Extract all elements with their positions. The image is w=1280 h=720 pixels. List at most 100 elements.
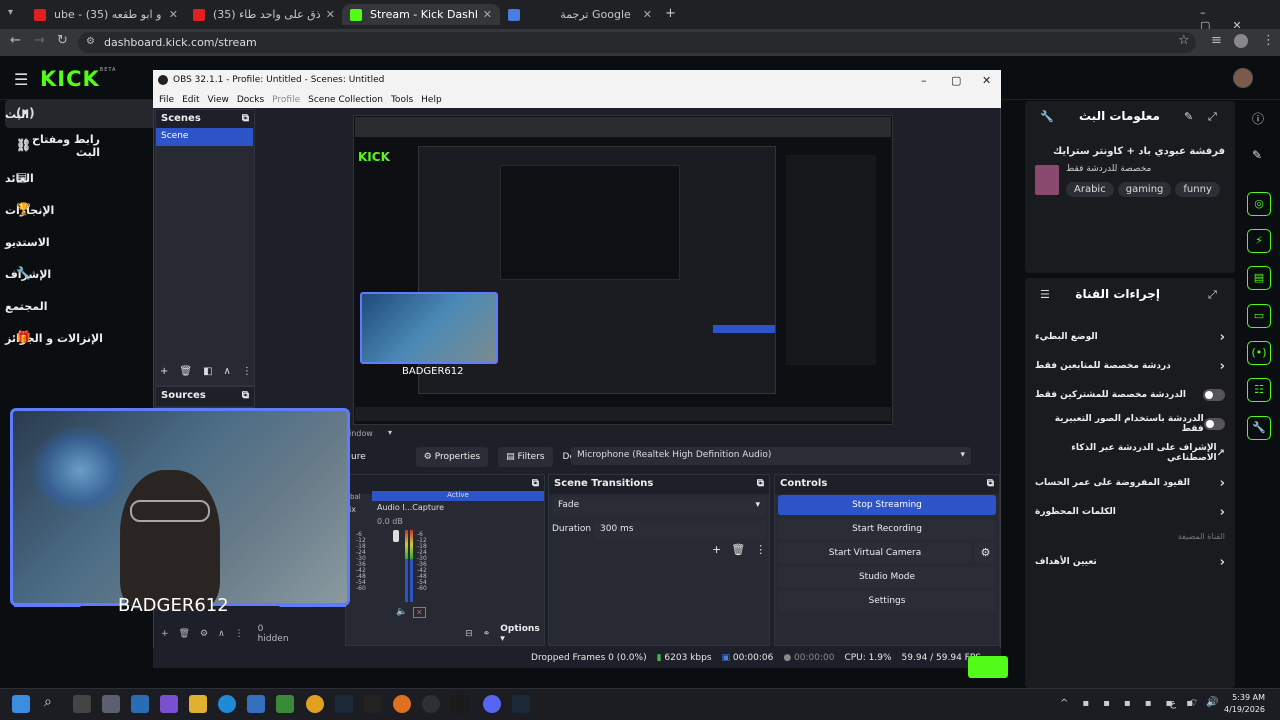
blender-icon[interactable] [393, 695, 411, 713]
store-icon[interactable] [247, 695, 265, 713]
hamburger-menu-icon[interactable]: ☰ [14, 70, 28, 89]
menu-profile[interactable]: Profile [272, 95, 300, 105]
settings-app-icon[interactable] [102, 695, 120, 713]
camera-icon[interactable]: ◎ [1247, 192, 1271, 216]
users-icon[interactable]: ☷ [1247, 378, 1271, 402]
menu-file[interactable]: File [159, 95, 174, 105]
options-button[interactable]: Options ▾ [500, 624, 545, 644]
dock-popout-icon[interactable]: ⧉ [242, 390, 249, 403]
address-bar[interactable]: dashboard.kick.com/stream [78, 32, 1196, 53]
start-virtual-camera-button[interactable]: Start Virtual Camera [778, 543, 972, 563]
reload-icon[interactable]: ↻ [57, 33, 68, 48]
chevron-up-icon[interactable]: ∧ [218, 629, 225, 639]
scene-list-item[interactable]: Scene [156, 128, 253, 146]
maximize-icon[interactable]: ▢ [951, 74, 961, 87]
layout-icon[interactable]: ⊟ [465, 629, 473, 639]
dock-popout-icon[interactable]: ⧉ [987, 478, 994, 491]
close-icon[interactable]: ✕ [169, 8, 178, 21]
task-view-icon[interactable] [73, 695, 91, 713]
steam-icon[interactable] [335, 695, 353, 713]
studio-mode-button[interactable]: Studio Mode [778, 567, 996, 587]
edit-icon[interactable]: ✎ [1184, 110, 1193, 123]
gear-icon[interactable]: ⚙ [200, 629, 208, 639]
chat-icon[interactable]: ▭ [1247, 304, 1271, 328]
add-icon[interactable]: + [161, 629, 169, 639]
sidebar-item-revenue[interactable]: ▤ العائد [5, 164, 155, 192]
menu-tools[interactable]: Tools [391, 95, 413, 105]
menu-scene-collection[interactable]: Scene Collection [308, 95, 383, 105]
trash-icon[interactable]: 🗑 [179, 629, 190, 639]
link-icon[interactable]: ⚭ [483, 629, 491, 639]
edge-icon[interactable] [218, 695, 236, 713]
xbox-icon[interactable] [364, 695, 382, 713]
action-row-banned-words[interactable]: › الكلمات المحظورة [1035, 502, 1225, 522]
tab-kick-dashboard[interactable]: Stream - Kick Dashboard ✕ [342, 4, 500, 25]
dock-popout-icon[interactable]: ⧉ [532, 478, 539, 491]
transition-select[interactable]: Fade ▾ [552, 497, 766, 515]
info-icon[interactable]: ⓘ [1252, 110, 1264, 127]
back-icon[interactable]: ← [10, 33, 21, 48]
input-language[interactable]: ع [1170, 698, 1176, 709]
wrench-icon[interactable]: 🔧 [1247, 416, 1271, 440]
sidebar-item-studio[interactable]: ⌄ الاستديو [5, 228, 155, 256]
more-icon[interactable]: ⋮ [242, 366, 252, 377]
toggle-switch[interactable] [1203, 389, 1225, 401]
settings-button[interactable]: Settings [778, 591, 996, 611]
action-row-account-age[interactable]: › القيود المفروضة على عمر الحساب [1035, 473, 1225, 493]
menu-edit[interactable]: Edit [182, 95, 199, 105]
search-icon[interactable]: ⌕ [44, 694, 52, 710]
bookmark-star-icon[interactable]: ☆ [1178, 33, 1190, 48]
tab-google-translate[interactable]: ترجمة Google ✕ [500, 4, 660, 25]
close-icon[interactable]: ✕ [326, 8, 335, 21]
network-icon[interactable]: ⌔ [1189, 697, 1198, 710]
sidebar-item-stream-key[interactable]: ⛓ رابط ومفتاح البث [5, 132, 155, 160]
start-recording-button[interactable]: Start Recording [778, 519, 996, 539]
kick-live-button[interactable] [968, 656, 1008, 678]
action-row-emote-only[interactable]: الدردشة باستخدام الصور التعبيرية فقط [1035, 414, 1225, 434]
discord-icon[interactable] [483, 695, 501, 713]
chrome-icon[interactable] [306, 695, 324, 713]
gear-icon[interactable]: ⚙ [975, 543, 996, 563]
sidebar-item-drops[interactable]: 🎁 الإنزالات و الجوائز [5, 324, 155, 352]
sidebar-item-stream[interactable]: (•) البث [5, 100, 155, 128]
add-icon[interactable]: + [712, 543, 721, 556]
action-row-subscribers-only[interactable]: الدردشة مخصصة للمشتركين فقط [1035, 385, 1225, 405]
new-tab-icon[interactable]: + [665, 6, 676, 21]
menu-icon[interactable]: ⋮ [1262, 33, 1275, 48]
toggle-switch[interactable] [1203, 418, 1225, 430]
action-row-followers-only[interactable]: › دردشة مخصصة للمتابعين فقط [1035, 356, 1225, 376]
more-icon[interactable]: ⋮ [755, 543, 766, 556]
reading-list-icon[interactable]: ≡ [1211, 33, 1222, 48]
profile-avatar[interactable] [1234, 34, 1248, 48]
action-row-slow-mode[interactable]: › الوضع البطيء [1035, 327, 1225, 347]
system-tray-icons[interactable]: ^▪▪▪▪▪▪ [1060, 698, 1207, 709]
broadcast-icon[interactable]: (•) [1247, 341, 1271, 365]
menu-help[interactable]: Help [421, 95, 442, 105]
forward-icon[interactable]: → [34, 33, 45, 48]
obs-taskbar-icon[interactable] [422, 695, 440, 713]
lightning-icon[interactable]: ⚡ [1247, 229, 1271, 253]
taskbar-clock[interactable]: 5:39 AM 4/19/2026 [1224, 692, 1265, 716]
action-row-set-goals[interactable]: › تعيين الأهداف [1035, 552, 1225, 572]
photos-icon[interactable] [131, 695, 149, 713]
dock-popout-icon[interactable]: ⧉ [242, 113, 249, 126]
minecraft-icon[interactable] [276, 695, 294, 713]
kick-logo[interactable]: KICKBETA [40, 67, 116, 91]
stop-streaming-button[interactable]: Stop Streaming [778, 495, 996, 515]
pencil-icon[interactable]: ✎ [1252, 148, 1262, 162]
close-icon[interactable]: ✕ [643, 8, 652, 21]
sidebar-item-moderation[interactable]: 🔧 الإشراف [5, 260, 155, 288]
sidebar-item-achievements[interactable]: 🏆 الإنجازات [5, 196, 155, 224]
duration-spinbox[interactable]: 300 ms [594, 521, 766, 539]
close-icon[interactable]: ✕ [483, 8, 492, 21]
filters-button[interactable]: ▤ Filters [498, 447, 553, 467]
device-select[interactable]: Microphone (Realtek High Definition Audi… [571, 447, 971, 465]
teams-icon[interactable] [160, 695, 178, 713]
action-row-ai-moderation[interactable]: ↗ الإشراف على الدردشة عبر الذكاء الاصطناع… [1035, 443, 1225, 463]
close-icon[interactable]: ✕ [982, 74, 991, 87]
add-icon[interactable]: + [160, 366, 168, 377]
start-icon[interactable] [12, 695, 30, 713]
volume-icon[interactable]: 🔊 [1206, 697, 1218, 708]
site-info-icon[interactable]: ⚙ [86, 36, 95, 47]
menu-view[interactable]: View [208, 95, 229, 105]
